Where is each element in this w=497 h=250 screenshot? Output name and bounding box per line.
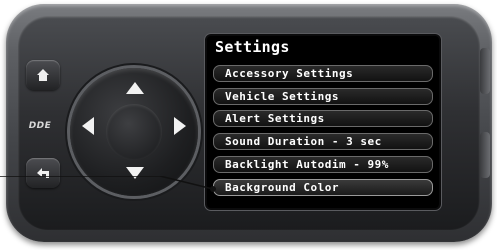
arrow-up-icon[interactable] — [126, 82, 144, 94]
display-screen: Settings Accessory Settings Vehicle Sett… — [207, 36, 439, 208]
menu-item-background-color[interactable]: Background Color — [213, 179, 433, 196]
menu-item-sound-duration[interactable]: Sound Duration - 3 sec — [213, 133, 433, 150]
arrow-right-icon[interactable] — [174, 117, 186, 135]
arrow-left-icon[interactable] — [82, 117, 94, 135]
menu-item-vehicle-settings[interactable]: Vehicle Settings — [213, 88, 433, 105]
home-button[interactable] — [26, 60, 60, 90]
brand-logo: DDE — [28, 121, 52, 131]
side-tab-bottom — [480, 132, 490, 178]
back-button[interactable] — [26, 158, 60, 188]
arrow-down-icon[interactable] — [126, 167, 144, 179]
screen-title: Settings — [215, 38, 290, 56]
dpad-select-button[interactable] — [106, 104, 162, 160]
side-tab-top — [480, 48, 490, 94]
menu-item-accessory-settings[interactable]: Accessory Settings — [213, 65, 433, 82]
menu-item-backlight-autodim[interactable]: Backlight Autodim - 99% — [213, 156, 433, 173]
menu-item-alert-settings[interactable]: Alert Settings — [213, 110, 433, 127]
back-icon — [37, 168, 49, 178]
home-icon — [37, 69, 49, 81]
